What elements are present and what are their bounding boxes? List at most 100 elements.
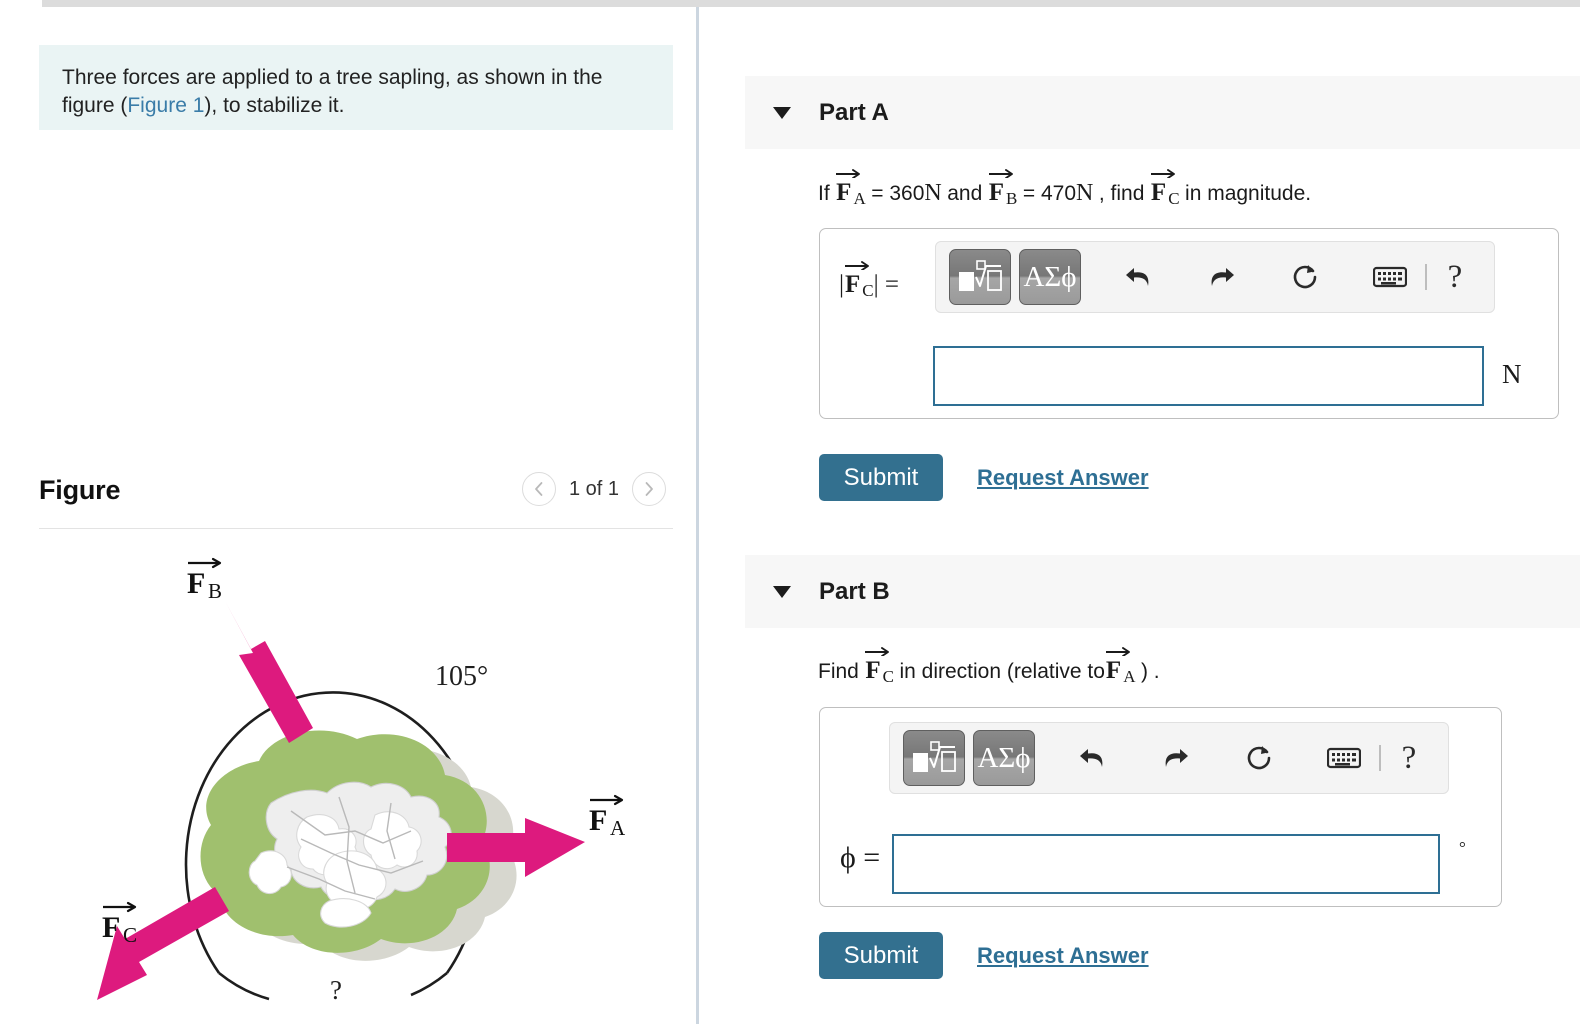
vector-f-letter: F [1105, 657, 1122, 684]
greek-letters-label: ΑΣϕ [1023, 260, 1077, 293]
figure-angle-105: 105° [435, 661, 488, 692]
part-a-math-toolbar: ΑΣϕ ? [935, 241, 1495, 313]
math-template-sqrt-icon[interactable] [903, 730, 965, 786]
q-eq-1: = 360 [871, 182, 925, 205]
vector-arrow-icon [988, 167, 1014, 178]
svg-text:F: F [102, 911, 120, 944]
vector-f-a-subscript: A [1123, 667, 1136, 686]
part-b-answer-input[interactable] [892, 834, 1440, 894]
part-a-answer-input[interactable] [933, 346, 1484, 406]
part-a-submit-button[interactable]: Submit [819, 454, 943, 501]
q-eq-2: = 470 [1022, 182, 1077, 205]
undo-arrow-icon[interactable] [1111, 249, 1165, 305]
figure-page-count: 1 of 1 [568, 477, 619, 500]
redo-arrow-icon[interactable] [1149, 730, 1203, 786]
part-b-request-answer-link[interactable]: Request Answer [977, 943, 1149, 969]
vector-f-b-subscript: B [1006, 189, 1018, 208]
vector-f-letter: F [1150, 179, 1167, 206]
greek-letters-icon[interactable]: ΑΣϕ [1019, 249, 1081, 305]
figure-next-button[interactable] [632, 472, 666, 506]
figure-header: Figure 1 of 1 [39, 469, 673, 527]
part-b-header[interactable]: Part B [745, 555, 1580, 628]
part-a-header[interactable]: Part A [745, 76, 1580, 149]
svg-text:B: B [208, 579, 222, 603]
chevron-right-icon [643, 481, 655, 497]
vector-arrow-icon [1105, 645, 1131, 656]
vector-f-a-subscript: A [853, 189, 866, 208]
vector-arrow-icon [864, 645, 890, 656]
math-template-sqrt-icon[interactable] [949, 249, 1011, 305]
part-a-answer-unit: N [1502, 359, 1522, 389]
q-and: and [947, 182, 983, 205]
part-b-submit-button[interactable]: Submit [819, 932, 943, 979]
vector-f-c-subscript: C [1168, 189, 1180, 208]
vector-f-c: F [1150, 169, 1175, 207]
reset-circular-arrow-icon[interactable] [1233, 730, 1287, 786]
caret-down-icon[interactable] [773, 106, 791, 119]
keyboard-icon[interactable] [1363, 249, 1417, 305]
part-b-question: Find FC in direction (relative to F A ) . [818, 647, 1160, 687]
figure-prev-button[interactable] [521, 472, 556, 506]
chevron-left-icon [533, 481, 545, 497]
top-strip-notch [0, 0, 42, 7]
q-prefix: If [818, 182, 830, 205]
figure-divider [39, 528, 673, 529]
vector-f-c-answer: F [845, 261, 869, 299]
vector-arrow-icon [1150, 167, 1176, 178]
undo-arrow-icon[interactable] [1065, 730, 1119, 786]
part-b-answer-unit: ° [1459, 838, 1466, 857]
problem-page: Three forces are applied to a tree sapli… [0, 0, 1580, 1024]
greek-letters-label: ΑΣϕ [977, 741, 1031, 774]
part-a-request-answer-link[interactable]: Request Answer [977, 465, 1149, 491]
toolbar-separator [1379, 745, 1381, 771]
top-strip [0, 0, 1580, 7]
vector-f-letter: F [988, 179, 1005, 206]
problem-statement-box: Three forces are applied to a tree sapli… [39, 45, 673, 130]
abs-close-equals: | = [873, 271, 899, 298]
part-a-label: Part A [819, 98, 889, 126]
help-question-icon[interactable]: ? [1435, 259, 1475, 296]
q-prefix: Find [818, 660, 859, 683]
figure-angle-unknown: ? [330, 975, 342, 1005]
part-a-answer-label: | F C| = [839, 261, 899, 301]
svg-text:F: F [187, 567, 205, 600]
help-question-icon[interactable]: ? [1389, 740, 1429, 777]
vector-arrow-icon [844, 259, 870, 270]
abs-open: | [839, 271, 845, 298]
left-panel: Three forces are applied to a tree sapli… [0, 7, 696, 1024]
vector-arrow-icon [835, 167, 861, 178]
figure-panel-title: Figure [39, 475, 121, 505]
part-b-answer-area: ΑΣϕ ? ϕ = ° [819, 707, 1502, 907]
reset-circular-arrow-icon[interactable] [1279, 249, 1333, 305]
vector-f-c-answer-subscript: C [862, 281, 874, 300]
right-panel: Part A If FA = 360N and FB = 470N , find… [699, 7, 1580, 1024]
q-suffix: in magnitude. [1185, 182, 1312, 205]
part-a-answer-area: ΑΣϕ ? | F C| = N [819, 228, 1559, 419]
keyboard-icon[interactable] [1317, 730, 1371, 786]
redo-arrow-icon[interactable] [1195, 249, 1249, 305]
vector-f-c: F [865, 647, 890, 685]
toolbar-separator [1425, 264, 1427, 290]
figure-1-link[interactable]: Figure 1 [127, 94, 204, 117]
vector-f-c-subscript: C [882, 667, 894, 686]
q-unit-2: N [1076, 180, 1094, 206]
figure-pager: 1 of 1 [521, 472, 666, 506]
vector-f-b: F [988, 169, 1013, 207]
statement-part-2: ), to stabilize it. [204, 94, 345, 117]
q-middle: in direction (relative to [899, 660, 1105, 683]
svg-text:A: A [610, 816, 626, 840]
q-unit-1: N [924, 180, 942, 206]
problem-statement-text: Three forces are applied to a tree sapli… [62, 64, 651, 120]
vector-f-a: F [836, 169, 861, 207]
greek-letters-icon[interactable]: ΑΣϕ [973, 730, 1035, 786]
figure-image[interactable]: F B F A F C 105° ? [39, 535, 673, 1024]
q-find: , find [1098, 182, 1145, 205]
part-b-label: Part B [819, 577, 890, 605]
q-suffix: ) . [1140, 660, 1160, 683]
vector-f-letter: F [865, 657, 881, 684]
svg-text:F: F [589, 804, 607, 837]
part-b-math-toolbar: ΑΣϕ ? [889, 722, 1449, 794]
vector-f-letter: F [845, 271, 861, 298]
caret-down-icon[interactable] [773, 585, 791, 598]
vector-f-a: F [1105, 647, 1130, 685]
